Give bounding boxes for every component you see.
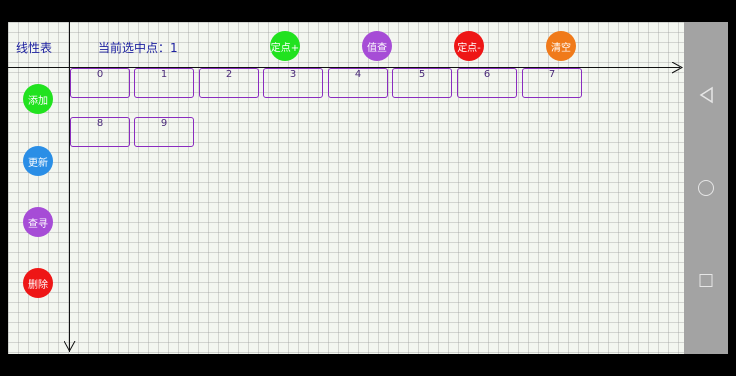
clear-label: 清空 xyxy=(551,42,571,54)
list-node[interactable]: 8 xyxy=(70,117,130,147)
node-index: 9 xyxy=(160,118,168,129)
list-node[interactable]: 7 xyxy=(522,68,582,98)
node-index: 2 xyxy=(225,69,233,80)
list-node[interactable]: 9 xyxy=(134,117,194,147)
update-button[interactable]: 更新 xyxy=(23,146,53,176)
back-icon[interactable] xyxy=(698,86,714,104)
delete-at-point-label: 定点- xyxy=(457,42,481,54)
search-by-value-label: 值查 xyxy=(367,42,387,54)
y-axis-arrow xyxy=(64,341,76,353)
update-label: 更新 xyxy=(28,157,48,169)
add-button[interactable]: 添加 xyxy=(23,84,53,114)
home-icon[interactable] xyxy=(698,180,714,196)
clear-button[interactable]: 清空 xyxy=(546,31,576,61)
node-index: 6 xyxy=(483,69,491,80)
delete-label: 删除 xyxy=(28,279,48,291)
insert-at-point-label: 定点+ xyxy=(270,42,300,54)
query-label: 查寻 xyxy=(28,218,48,230)
node-index: 3 xyxy=(289,69,297,80)
insert-at-point-button[interactable]: 定点+ xyxy=(270,31,300,61)
node-index: 7 xyxy=(548,69,556,80)
system-navigation-bar xyxy=(684,22,728,354)
node-index: 0 xyxy=(96,69,104,80)
list-node[interactable]: 6 xyxy=(457,68,517,98)
list-node[interactable]: 5 xyxy=(392,68,452,98)
delete-button[interactable]: 删除 xyxy=(23,268,53,298)
selected-point-label: 当前选中点：1 xyxy=(98,41,178,55)
node-index: 1 xyxy=(160,69,168,80)
delete-at-point-button[interactable]: 定点- xyxy=(454,31,484,61)
search-by-value-button[interactable]: 值查 xyxy=(362,31,392,61)
list-node[interactable]: 2 xyxy=(199,68,259,98)
add-label: 添加 xyxy=(28,95,48,107)
list-node[interactable]: 0 xyxy=(70,68,130,98)
app-canvas[interactable]: 线性表 当前选中点：1 定点+ 值查 定点- 清空 添加 更新 查寻 删除 0 … xyxy=(8,22,684,354)
recent-apps-icon[interactable] xyxy=(699,274,713,287)
app-title: 线性表 xyxy=(16,41,53,55)
list-node[interactable]: 1 xyxy=(134,68,194,98)
node-index: 8 xyxy=(96,118,104,129)
node-index: 4 xyxy=(354,69,362,80)
list-node[interactable]: 3 xyxy=(263,68,323,98)
x-axis-arrow xyxy=(672,62,684,74)
list-node[interactable]: 4 xyxy=(328,68,388,98)
node-index: 5 xyxy=(418,69,426,80)
query-button[interactable]: 查寻 xyxy=(23,207,53,237)
